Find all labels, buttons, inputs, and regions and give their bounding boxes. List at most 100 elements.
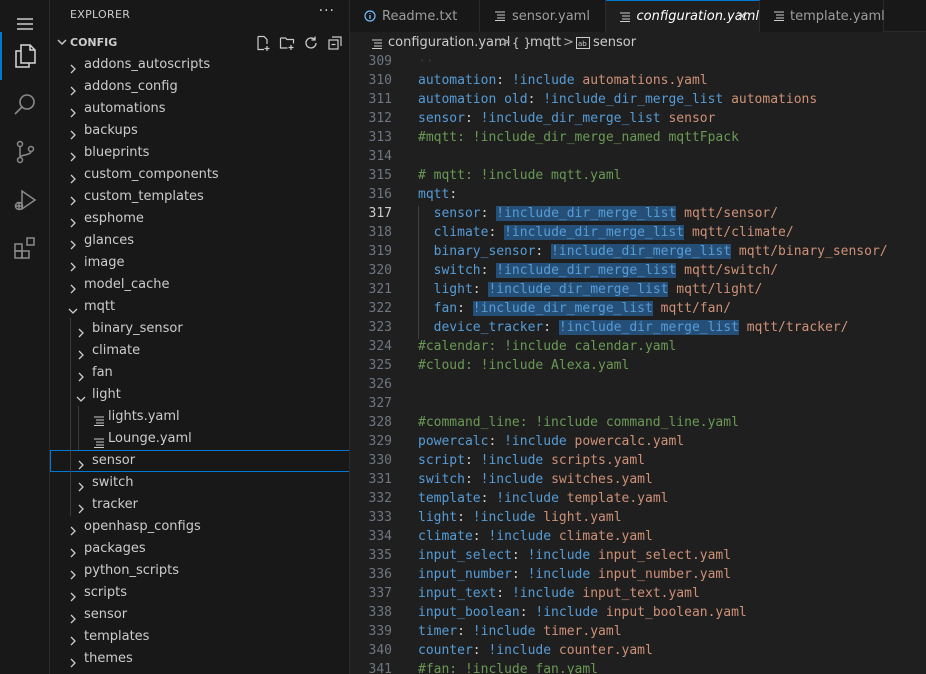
code-token: :	[449, 187, 458, 202]
close-icon[interactable]	[735, 9, 749, 23]
tree-folder-item[interactable]: glances	[50, 230, 349, 252]
workspace-section-header[interactable]: CONFIG	[50, 32, 349, 54]
code-text: input_text: !include input_text.yaml	[418, 584, 700, 603]
search-icon[interactable]	[0, 80, 50, 128]
tree-folder-item[interactable]: backups	[50, 120, 349, 142]
code-text: ··	[418, 54, 434, 71]
new-file-icon[interactable]	[254, 34, 272, 52]
line-number: 330	[368, 453, 392, 468]
line-number: 321	[368, 282, 392, 297]
code-token: :	[464, 111, 481, 126]
breadcrumb-sensor[interactable]: sensor	[593, 35, 636, 50]
chevron-right-icon	[68, 170, 78, 184]
chevron-right-icon	[68, 126, 78, 140]
tree-folder-item[interactable]: tracker	[50, 494, 349, 516]
code-token: counter	[418, 643, 473, 658]
line-number: 336	[368, 567, 392, 582]
line-number: 329	[368, 434, 392, 449]
chevron-right-icon	[68, 654, 78, 668]
tree-folder-item[interactable]: templates	[50, 626, 349, 648]
tree-folder-item[interactable]: mqtt	[50, 296, 349, 318]
line-number: 332	[368, 491, 392, 506]
code-token: mqtt	[418, 187, 450, 202]
explorer-icon[interactable]	[0, 32, 50, 80]
tree-folder-item[interactable]: blueprints	[50, 142, 349, 164]
chevron-right-icon	[68, 588, 78, 602]
tree-folder-item[interactable]: image	[50, 252, 349, 274]
code-line: 338 input_boolean: !include input_boolean…	[350, 603, 926, 622]
tree-folder-item[interactable]: custom_components	[50, 164, 349, 186]
line-number: 312	[368, 111, 392, 126]
code-token: mqtt/sensor/	[676, 206, 779, 221]
file-lines-icon	[94, 412, 104, 427]
chevron-right-icon	[68, 632, 78, 646]
tree-item-label: sensor	[84, 607, 128, 622]
tree-folder-item[interactable]: light	[50, 384, 349, 406]
tree-item-label: custom_components	[84, 167, 219, 182]
code-token: counter.yaml	[551, 643, 653, 658]
breadcrumb-separator: >	[563, 35, 574, 50]
new-folder-icon[interactable]	[278, 34, 296, 52]
tree-folder-item[interactable]: esphome	[50, 208, 349, 230]
code-token: mqtt/light/	[668, 282, 763, 297]
code-token: automation	[418, 73, 497, 88]
tree-folder-item[interactable]: automations	[50, 98, 349, 120]
code-token: mqtt/switch/	[676, 263, 779, 278]
tree-folder-item[interactable]: themes	[50, 648, 349, 670]
tab-template[interactable]: template.yaml	[760, 0, 885, 32]
tree-item-label: glances	[84, 233, 134, 248]
tab-label: sensor.yaml	[512, 8, 590, 24]
code-token: light.yaml	[535, 510, 622, 525]
tree-folder-item[interactable]: packages	[50, 538, 349, 560]
more-actions-icon[interactable]: ···	[319, 3, 335, 19]
code-token: :	[488, 434, 505, 449]
code-text: #calendar: !include calendar.yaml	[418, 337, 676, 356]
tree-folder-item[interactable]: binary_sensor	[50, 318, 349, 340]
collapse-all-icon[interactable]	[326, 34, 344, 52]
tree-folder-item[interactable]: scripts	[50, 582, 349, 604]
breadcrumb-mqtt[interactable]: mqtt	[530, 35, 561, 50]
code-line: 319 binary_sensor: !include_dir_merge_li…	[350, 242, 926, 261]
tree-indent-guide	[70, 384, 71, 406]
tree-folder-item[interactable]: climate	[50, 340, 349, 362]
tree-folder-item[interactable]: addons_autoscripts	[50, 54, 349, 76]
code-token: :	[464, 453, 481, 468]
run-debug-icon[interactable]	[0, 176, 50, 224]
tab-sensor[interactable]: sensor.yaml	[480, 0, 606, 32]
source-control-icon[interactable]	[0, 128, 50, 176]
tab-readme[interactable]: Readme.txt	[350, 0, 480, 32]
tree-folder-item[interactable]: fan	[50, 362, 349, 384]
chevron-right-icon	[76, 368, 86, 382]
tab-configuration[interactable]: configuration.yaml	[606, 0, 760, 32]
code-token: !include	[480, 472, 544, 487]
tree-folder-item[interactable]: python_scripts	[50, 560, 349, 582]
tree-folder-item[interactable]: custom_templates	[50, 186, 349, 208]
code-line: 340 counter: !include counter.yaml	[350, 641, 926, 660]
tree-folder-item[interactable]: model_cache	[50, 274, 349, 296]
tree-folder-item[interactable]: switch	[50, 472, 349, 494]
code-token: :	[511, 548, 528, 563]
tree-file-item[interactable]: Lounge.yaml	[50, 428, 349, 450]
tree-indent-guide	[70, 340, 71, 362]
tree-folder-item[interactable]: addons_config	[50, 76, 349, 98]
tree-folder-item[interactable]: sensor	[50, 604, 349, 626]
code-token: fan	[433, 301, 458, 316]
code-line: 324 #calendar: !include calendar.yaml	[350, 337, 926, 356]
extensions-icon[interactable]	[0, 224, 50, 272]
tree-item-label: model_cache	[84, 277, 170, 292]
code-text: timer: !include timer.yaml	[418, 622, 622, 641]
refresh-icon[interactable]	[302, 34, 320, 52]
tree-file-item[interactable]: lights.yaml	[50, 406, 349, 428]
code-editor[interactable]: 309 ·· 310 automation: !include automations…	[350, 54, 926, 674]
breadcrumb-file[interactable]: configuration.yaml	[388, 35, 510, 50]
code-line: 320 switch: !include_dir_merge_list mqtt…	[350, 261, 926, 280]
code-token: automations.yaml	[574, 73, 708, 88]
chevron-right-icon	[68, 610, 78, 624]
code-token: script	[418, 453, 465, 468]
tree-item-label: light	[92, 387, 121, 402]
tree-folder-item[interactable]: openhasp_configs	[50, 516, 349, 538]
code-line: 314	[350, 147, 926, 166]
tree-folder-item[interactable]: sensor	[50, 450, 349, 472]
code-text: switch: !include switches.yaml	[418, 470, 653, 489]
